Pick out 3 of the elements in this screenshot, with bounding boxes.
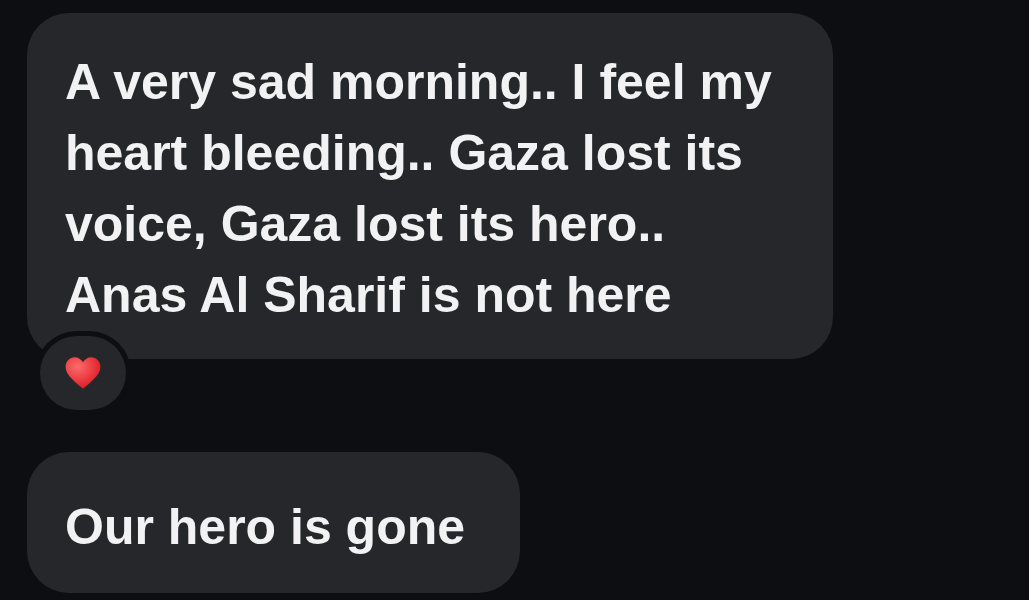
- message-text: Our hero is gone: [65, 498, 466, 557]
- message-text: A very sad morning.. I feel my heart bleeding.. Gaza lost its voice, Gaza lost its hero.. Anas Al Sharif is not here: [65, 53, 773, 325]
- heart-icon: [64, 355, 102, 391]
